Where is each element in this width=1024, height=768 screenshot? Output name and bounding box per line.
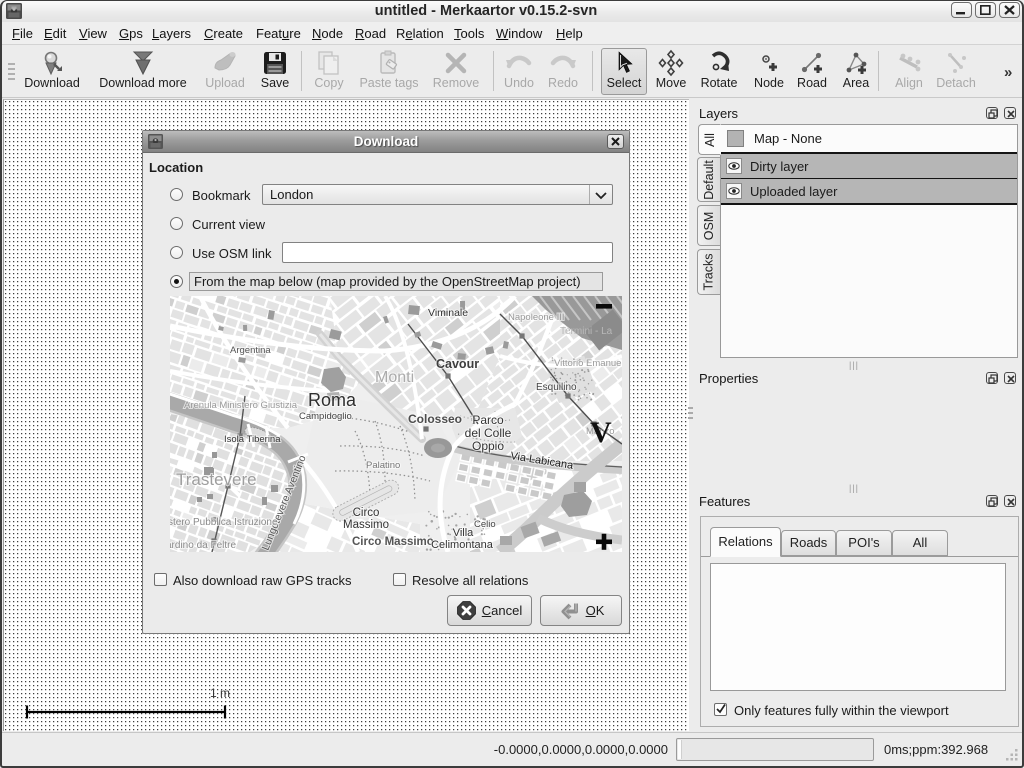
svg-text:Campidoglio: Campidoglio [299, 411, 352, 422]
svg-text:Oppio: Oppio [472, 439, 504, 453]
svg-text:Parco: Parco [472, 413, 504, 427]
svg-text:Colosseo: Colosseo [408, 412, 462, 426]
svg-text:Roma: Roma [308, 390, 357, 410]
svg-text:Viminale: Viminale [428, 307, 468, 319]
svg-text:stero Pubblica Istruzione: stero Pubblica Istruzione [170, 517, 278, 528]
svg-text:Celio: Celio [474, 519, 496, 530]
svg-text:ardino da Feltre: ardino da Feltre [170, 540, 236, 551]
svg-text:Argentina: Argentina [230, 345, 271, 356]
svg-text:Circo: Circo [353, 507, 380, 519]
svg-text:V: V [590, 416, 612, 449]
svg-text:Massimo: Massimo [343, 519, 389, 531]
svg-text:Villa: Villa [453, 527, 474, 539]
svg-text:Arenula Ministero Giustizia: Arenula Ministero Giustizia [184, 400, 298, 411]
svg-text:Trastevere: Trastevere [176, 470, 257, 489]
svg-text:Esquilino: Esquilino [536, 382, 577, 393]
svg-text:Circo Massimo: Circo Massimo [352, 536, 434, 548]
svg-text:Termini - La: Termini - La [560, 326, 613, 337]
svg-text:Isola Tiberina: Isola Tiberina [224, 434, 281, 445]
svg-text:Celimontana: Celimontana [431, 539, 494, 551]
svg-text:Monti: Monti [375, 369, 414, 386]
svg-text:Palatino: Palatino [366, 460, 400, 471]
svg-text:Napoleone III: Napoleone III [508, 312, 565, 323]
svg-text:Cavour: Cavour [436, 357, 479, 371]
svg-text:del Colle: del Colle [465, 426, 512, 440]
svg-text:Vittorio Emanuele: Vittorio Emanuele [554, 358, 622, 369]
